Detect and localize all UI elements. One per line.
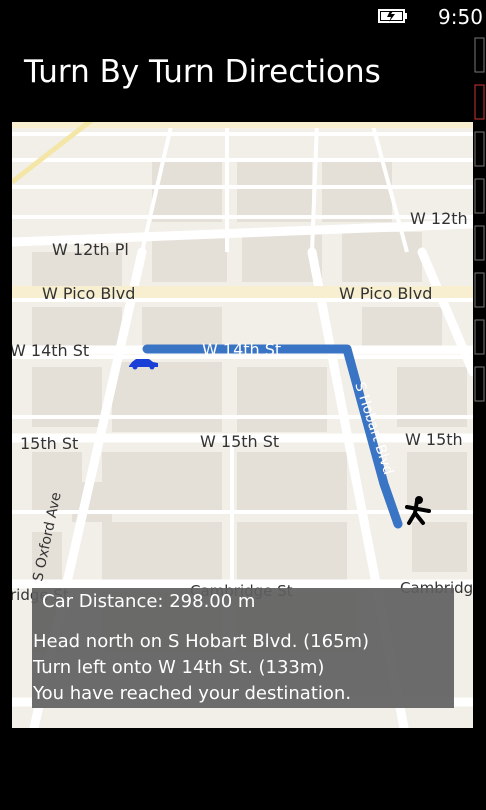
clock: 9:50 — [438, 5, 483, 29]
car-distance: Car Distance: 298.00 m — [42, 591, 256, 612]
street-label-w-pico-right: W Pico Blvd — [339, 284, 432, 303]
street-label-w-15th-mid: W 15th St — [200, 432, 279, 451]
street-label-w-12th-pl: W 12th Pl — [52, 240, 129, 259]
direction-step: You have reached your destination. — [33, 683, 352, 704]
street-label-15th-left: 15th St — [20, 434, 78, 453]
direction-step: Turn left onto W 14th St. (133m) — [33, 657, 325, 678]
directions-panel: Car Distance: 298.00 m Head north on S H… — [32, 588, 454, 708]
battery-charging-icon — [378, 9, 407, 23]
side-strip — [474, 37, 485, 402]
status-bar: 9:50 — [0, 0, 486, 32]
direction-step: Head north on S Hobart Blvd. (165m) — [33, 631, 370, 652]
street-label-w-15th-right: W 15th — [405, 430, 463, 449]
street-label-w-pico-left: W Pico Blvd — [42, 284, 135, 303]
street-label-w-14th-route: W 14th St — [202, 340, 281, 359]
street-label-w-12th: W 12th — [410, 209, 468, 228]
page-title: Turn By Turn Directions — [24, 54, 381, 90]
street-label-w-14th-left: W 14th St — [12, 341, 89, 360]
